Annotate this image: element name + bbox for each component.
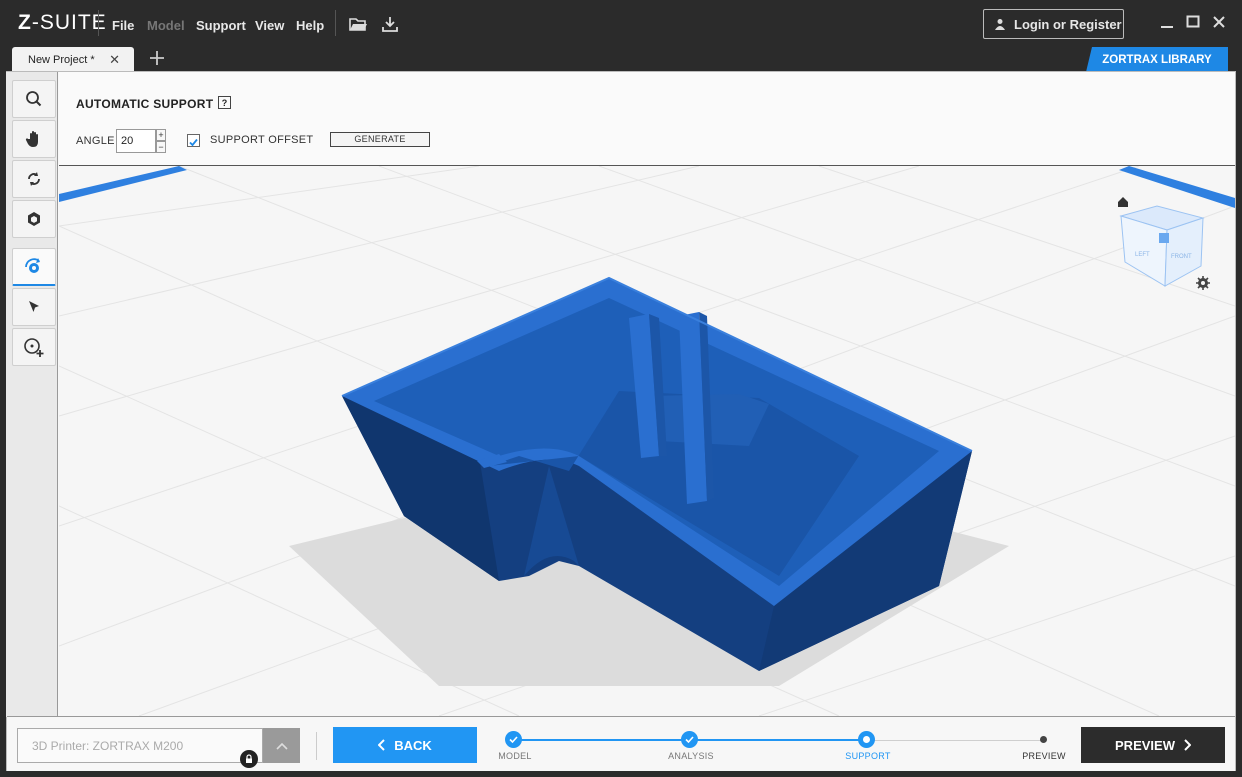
checkmark-icon: [189, 138, 198, 147]
back-label: BACK: [394, 737, 432, 753]
progress-line-pending: [867, 740, 1044, 741]
login-button[interactable]: Login or Register: [983, 9, 1124, 39]
view-tool-button[interactable]: [12, 200, 56, 238]
support-gear-icon: [25, 257, 40, 273]
current-step-marker: [863, 736, 870, 743]
menu-support[interactable]: Support: [196, 18, 246, 33]
back-button[interactable]: BACK: [333, 727, 477, 763]
chevron-right-icon: [1184, 739, 1191, 751]
cursor-icon: [29, 301, 39, 312]
menu-help[interactable]: Help: [296, 18, 324, 33]
user-icon: [995, 19, 1005, 30]
rotate-tool-button[interactable]: [12, 160, 56, 198]
printer-dropdown-button[interactable]: [263, 728, 300, 763]
plate-edge-right: [1119, 166, 1235, 208]
angle-label: ANGLE: [76, 135, 115, 147]
angle-increment-button[interactable]: +: [156, 129, 166, 141]
printer-label: 3D Printer: ZORTRAX M200: [32, 738, 184, 753]
help-icon[interactable]: ?: [218, 96, 231, 109]
check-icon: [685, 736, 694, 744]
hand-icon: [25, 131, 38, 147]
select-tool-button[interactable]: [12, 288, 56, 326]
viewport-scene: LEFT FRONT: [59, 166, 1235, 716]
lock-icon: [240, 750, 258, 768]
printer-select[interactable]: 3D Printer: ZORTRAX M200: [17, 728, 263, 763]
maximize-icon[interactable]: [1184, 13, 1202, 31]
generate-button[interactable]: GENERATE: [330, 132, 430, 147]
open-folder-icon[interactable]: [348, 14, 368, 34]
menu-file[interactable]: File: [112, 18, 134, 33]
step-analysis-label: ANALYSIS: [668, 751, 714, 761]
logo-suffix: -SUITE: [31, 11, 107, 34]
divider: [98, 10, 99, 36]
viewcube-front-label: FRONT: [1171, 254, 1192, 260]
viewcube-left-label: LEFT: [1135, 252, 1150, 258]
step-analysis-dot[interactable]: [681, 731, 698, 748]
step-model-label: MODEL: [498, 751, 532, 761]
add-model-icon: [24, 338, 44, 357]
search-icon: [26, 91, 42, 107]
app-logo: Z-SUITE: [18, 11, 107, 35]
menu-view[interactable]: View: [255, 18, 284, 33]
preview-button[interactable]: PREVIEW: [1081, 727, 1225, 763]
step-support-dot[interactable]: [858, 731, 875, 748]
chevron-up-icon: [275, 742, 288, 750]
home-icon[interactable]: [1118, 197, 1128, 207]
step-preview-dot[interactable]: [1040, 736, 1047, 743]
view-cube[interactable]: LEFT FRONT: [1119, 205, 1205, 287]
check-icon: [509, 736, 518, 744]
minimize-icon[interactable]: [1158, 13, 1176, 31]
tab-new-project[interactable]: New Project * ✕: [12, 47, 134, 72]
zoom-tool-button[interactable]: [12, 80, 56, 118]
pan-tool-button[interactable]: [12, 120, 56, 158]
divider: [335, 10, 336, 36]
logo-prefix: Z: [18, 11, 32, 34]
support-offset-label: SUPPORT OFFSET: [210, 134, 314, 146]
settings-gear-icon[interactable]: [1196, 276, 1210, 290]
download-icon[interactable]: [380, 14, 400, 34]
support-offset-checkbox[interactable]: [187, 134, 200, 147]
chevron-left-icon: [378, 739, 385, 751]
step-model-dot[interactable]: [505, 731, 522, 748]
close-tab-icon[interactable]: ✕: [109, 52, 120, 68]
plate-edge-left: [59, 166, 187, 202]
panel-title: AUTOMATIC SUPPORT: [76, 97, 214, 111]
step-support-label: SUPPORT: [845, 751, 891, 761]
cube-icon: [28, 212, 40, 226]
tab-label: New Project *: [28, 53, 95, 66]
add-tool-button[interactable]: [12, 328, 56, 366]
divider: [316, 732, 317, 760]
angle-decrement-button[interactable]: −: [156, 141, 166, 153]
step-preview-label: PREVIEW: [1022, 751, 1066, 761]
close-window-icon[interactable]: [1210, 13, 1228, 31]
left-toolbar: [6, 72, 58, 717]
login-label: Login or Register: [1014, 16, 1122, 32]
zortrax-library-button[interactable]: ZORTRAX LIBRARY: [1086, 47, 1228, 72]
menu-model[interactable]: Model: [147, 18, 185, 33]
rotate-icon: [28, 172, 40, 186]
angle-input[interactable]: 20: [116, 129, 156, 153]
preview-label: PREVIEW: [1115, 737, 1175, 753]
title-bar: Z-SUITE File Model Support View Help Log…: [0, 0, 1242, 46]
support-tool-button[interactable]: [12, 248, 56, 286]
automatic-support-panel: AUTOMATIC SUPPORT ? ANGLE 20 + − SUPPORT…: [59, 72, 1235, 166]
library-label: ZORTRAX LIBRARY: [1102, 53, 1212, 66]
3d-viewport[interactable]: LEFT FRONT: [59, 166, 1235, 716]
add-tab-icon[interactable]: [147, 48, 167, 68]
